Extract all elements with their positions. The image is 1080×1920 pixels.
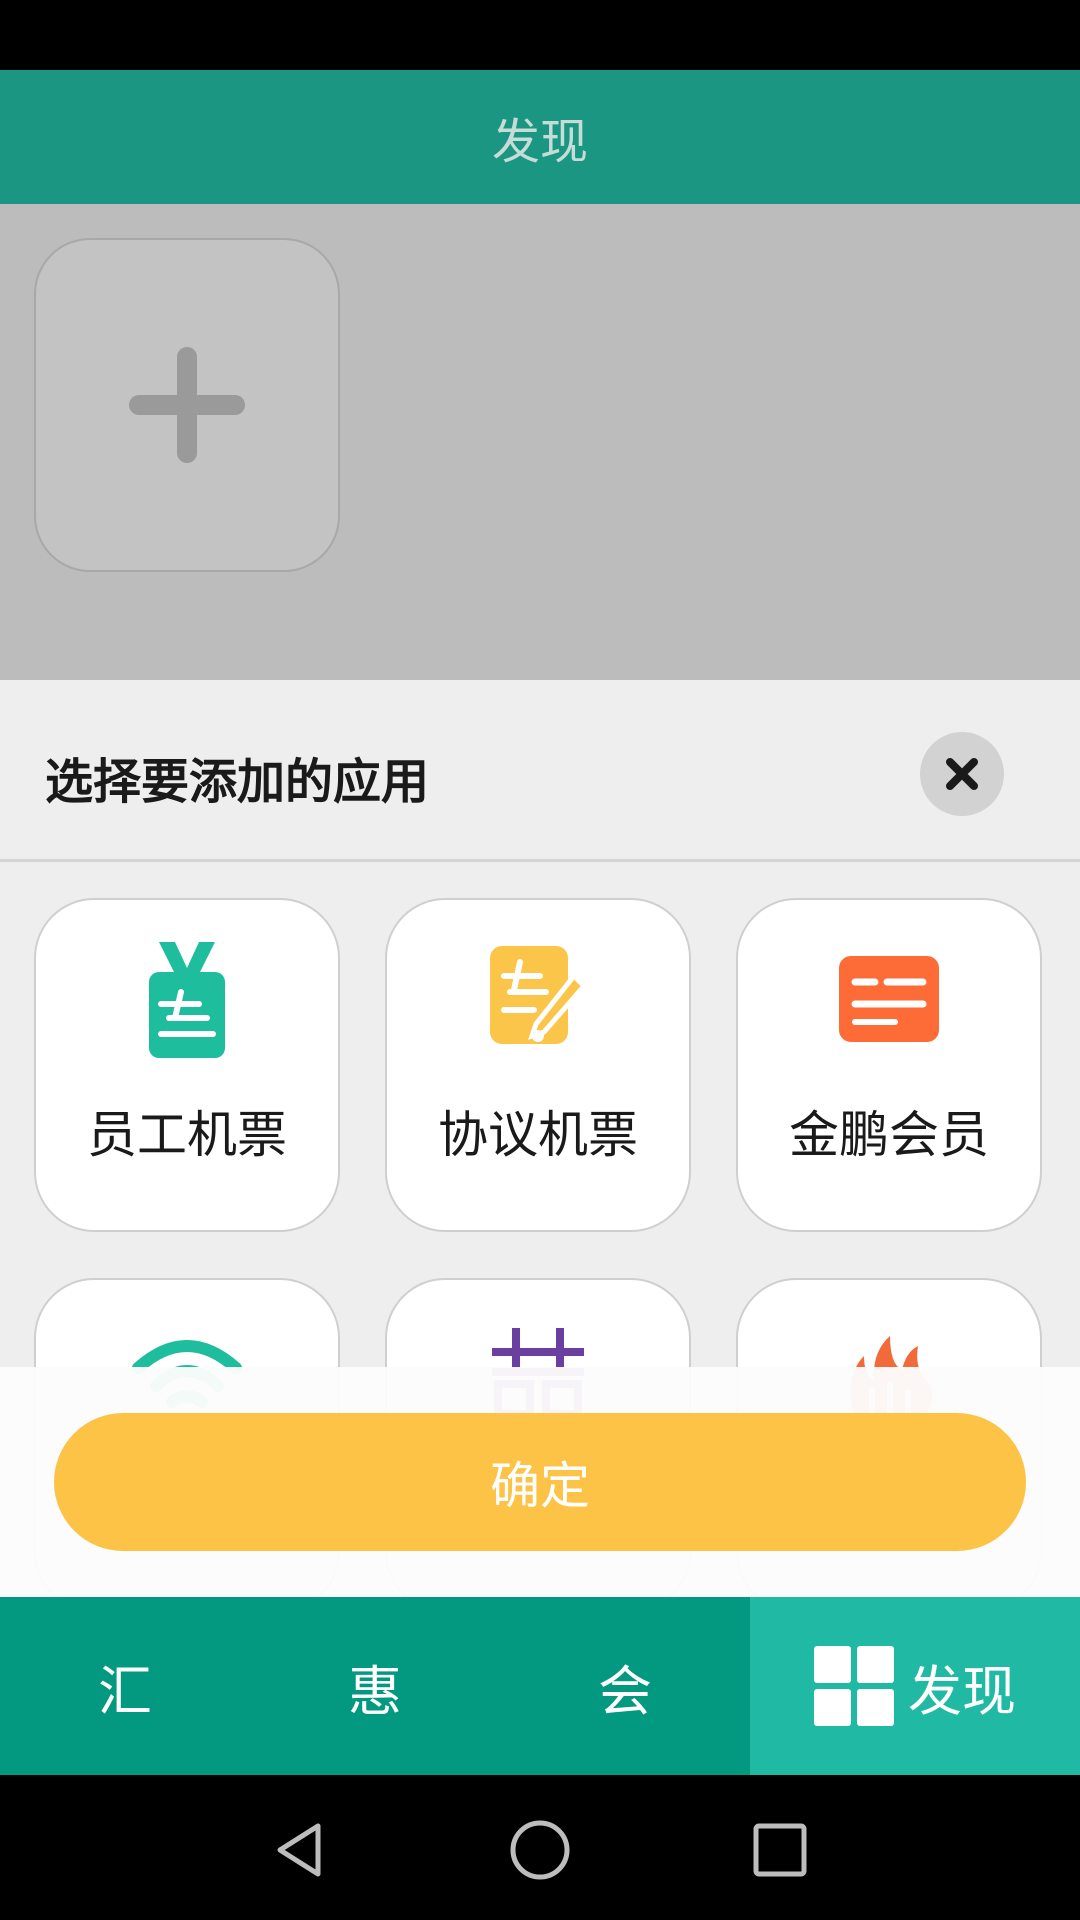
- nav-item-hui-member[interactable]: 会: [500, 1597, 750, 1775]
- app-label: 金鹏会员: [789, 1106, 989, 1164]
- system-nav-bar: [0, 1775, 1080, 1920]
- app-tile-employee-ticket[interactable]: 员工机票: [34, 898, 340, 1232]
- nav-item-hui-benefit[interactable]: 惠: [250, 1597, 500, 1775]
- app-label: 协议机票: [438, 1106, 638, 1164]
- close-button[interactable]: [920, 732, 1004, 816]
- close-icon: [946, 758, 978, 790]
- selected-apps-area: [0, 204, 1080, 680]
- nav-item-label: 惠: [348, 1659, 402, 1723]
- back-icon: [277, 1823, 321, 1877]
- add-app-button[interactable]: [34, 238, 340, 572]
- app-tile-agreement-ticket[interactable]: 协议机票: [385, 898, 691, 1232]
- grid-icon: [814, 1646, 894, 1726]
- employee-ticket-icon: [147, 942, 227, 1064]
- confirm-panel: 确定: [0, 1367, 1080, 1597]
- membership-card-icon: [839, 956, 939, 1046]
- nav-item-discover[interactable]: 发现: [750, 1597, 1080, 1775]
- page-title: 发现: [491, 114, 588, 170]
- agreement-ticket-icon: [488, 942, 588, 1050]
- recents-icon: [753, 1823, 807, 1877]
- recents-button[interactable]: [745, 1815, 815, 1885]
- nav-item-label: 发现: [908, 1659, 1016, 1723]
- app-label: 员工机票: [87, 1106, 287, 1164]
- nav-item-label: 会: [598, 1659, 652, 1723]
- app-tile-membership[interactable]: 金鹏会员: [736, 898, 1042, 1232]
- plus-icon: [129, 347, 245, 463]
- app-header: 发现: [0, 70, 1080, 204]
- home-button[interactable]: [505, 1815, 575, 1885]
- app-picker-sheet: 选择要添加的应用 员工机票 协议机票 金鹏会员 确定: [0, 680, 1080, 1597]
- bottom-nav: 汇 惠 会 发现: [0, 1597, 1080, 1775]
- nav-item-hui[interactable]: 汇: [0, 1597, 250, 1775]
- home-icon: [510, 1820, 570, 1880]
- back-button[interactable]: [265, 1815, 335, 1885]
- nav-item-label: 汇: [98, 1659, 152, 1723]
- sheet-header: 选择要添加的应用: [0, 680, 1080, 862]
- confirm-button[interactable]: 确定: [54, 1413, 1026, 1551]
- status-bar: [0, 0, 1080, 70]
- sheet-title: 选择要添加的应用: [45, 754, 430, 810]
